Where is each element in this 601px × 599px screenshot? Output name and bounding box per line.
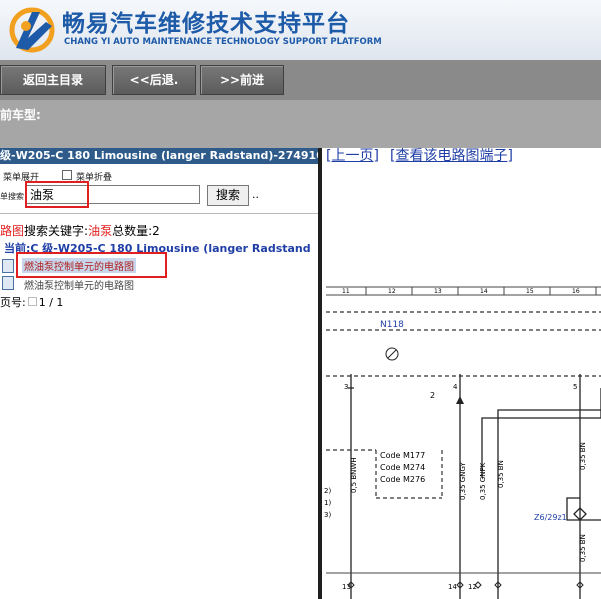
page-value: 1 / 1: [38, 296, 64, 309]
left-mark: 1): [324, 499, 331, 507]
search-button[interactable]: 搜索: [207, 185, 249, 206]
ruler: 11 12 13 14 15 16: [326, 286, 601, 296]
forward-button[interactable]: >>前进: [200, 65, 284, 95]
pin-label: 4: [453, 383, 458, 391]
z6-label: Z6/29z1: [534, 513, 567, 522]
result-prefix: 路图: [0, 224, 25, 238]
wire-label: 0,35 GNGY: [459, 461, 467, 500]
document-icon: [2, 276, 14, 290]
search-highlight-box: [25, 181, 89, 208]
site-title: 畅易汽车维修技术支持平台: [62, 11, 350, 37]
ruler-label: 14: [480, 288, 488, 295]
result-count: 2: [152, 224, 160, 238]
arrow-icon: [456, 396, 464, 404]
wire-label: 0,35 GNPK: [479, 462, 487, 500]
vehicle-bar: [0, 100, 601, 148]
home-button[interactable]: 返回主目录: [0, 65, 106, 95]
left-panel: 级-W205-C 180 Limousine (langer Radstand)…: [0, 148, 318, 599]
back-button[interactable]: <<后退.: [112, 65, 196, 95]
site-subtitle: CHANG YI AUTO MAINTENANCE TECHNOLOGY SUP…: [64, 37, 382, 47]
pin-label: 5: [573, 383, 577, 391]
divider: [0, 213, 318, 214]
n118-label: N118: [380, 320, 404, 330]
left-mark: 2): [324, 487, 331, 495]
ruler-label: 15: [526, 288, 534, 295]
nav-bar: 返回主目录 <<后退. >>前进: [0, 60, 601, 100]
wire-label: 0,35 BN: [579, 534, 587, 562]
document-icon: [2, 259, 14, 273]
header-banner: 畅易汽车维修技术支持平台 CHANG YI AUTO MAINTENANCE T…: [0, 0, 601, 60]
ruler-label: 11: [342, 288, 350, 295]
result-keyword: 油泵: [88, 224, 113, 238]
left-title-bar: 级-W205-C 180 Limousine (langer Radstand)…: [0, 148, 318, 164]
mid-label: 2: [430, 391, 435, 400]
page-number: 页号: 1 / 1: [0, 294, 63, 310]
ruler-label: 16: [572, 288, 580, 295]
search-dots: ..: [252, 188, 259, 201]
left-mark: 3): [324, 511, 331, 519]
page-label: 页号:: [0, 296, 26, 309]
result-count-label: 总数量:: [112, 224, 153, 238]
page-box-icon: [27, 297, 37, 306]
collapse-checkbox-icon[interactable]: [62, 170, 72, 180]
search-label: 单搜索: [0, 192, 24, 201]
result-item-2[interactable]: 燃油泵控制单元的电路图: [24, 277, 134, 292]
code-label: Code M177: [380, 451, 425, 460]
pin-label: 3: [344, 383, 348, 391]
ruler-label: 12: [388, 288, 396, 295]
search-result-summary: 路图搜索关键字:油泵总数量:2: [0, 222, 160, 239]
code-label: Code M276: [380, 475, 425, 484]
wire-label: 0,35 BN: [497, 460, 505, 488]
bottom-pin: 14: [448, 583, 457, 591]
changyi-logo-icon: [9, 7, 55, 53]
code-label: Code M274: [380, 463, 425, 472]
wire-label: 0,35 BN: [579, 442, 587, 470]
terminal-symbol-icon: [385, 347, 399, 361]
ruler-label: 13: [434, 288, 442, 295]
right-panel: [上一页] [查看该电路图端子] 11 12 13 14 15 16 N118 …: [322, 148, 601, 599]
wiring-diagram: 11 12 13 14 15 16 N118 3 4 5 2 0,5 BNWH …: [324, 286, 601, 599]
result-mid: 搜索关键字:: [24, 224, 89, 238]
vehicle-label: 前车型:: [0, 108, 41, 122]
result-highlight-box: [16, 252, 167, 278]
wire-label: 0,5 BNWH: [350, 457, 358, 493]
